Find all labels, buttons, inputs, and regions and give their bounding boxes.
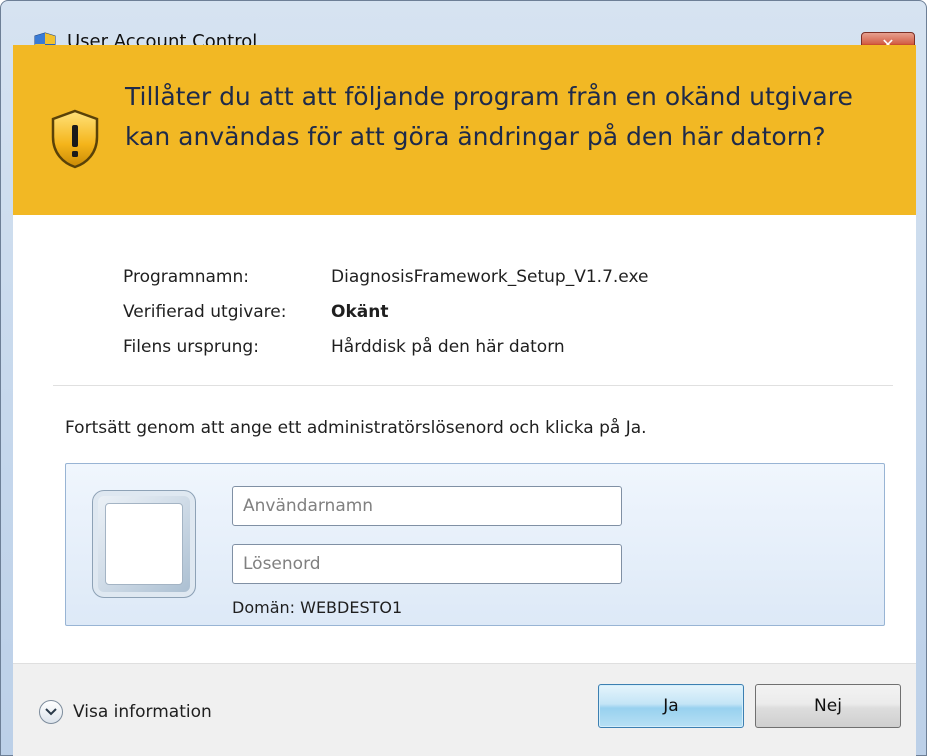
show-details-toggle[interactable]: Visa information bbox=[39, 700, 212, 724]
dialog-content: Tillåter du att att följande program frå… bbox=[13, 45, 916, 756]
banner-question: Tillåter du att att följande program frå… bbox=[125, 82, 853, 151]
program-details: Programnamn: DiagnosisFramework_Setup_V1… bbox=[123, 259, 648, 364]
warning-shield-icon bbox=[49, 109, 101, 169]
warning-banner: Tillåter du att att följande program frå… bbox=[13, 45, 916, 215]
dialog-footer: Visa information Ja Nej bbox=[13, 663, 916, 756]
title-bar: User Account Control ✕ bbox=[1, 1, 926, 57]
credentials-panel: Domän: WEBDESTO1 bbox=[65, 463, 885, 626]
yes-button[interactable]: Ja bbox=[598, 684, 744, 728]
uac-dialog-window: User Account Control ✕ bbox=[0, 0, 927, 756]
user-tile[interactable] bbox=[92, 490, 196, 598]
publisher-label: Verifierad utgivare: bbox=[123, 301, 287, 322]
no-button[interactable]: Nej bbox=[755, 684, 901, 728]
origin-value: Hårddisk på den här datorn bbox=[331, 336, 565, 357]
chevron-down-icon[interactable] bbox=[39, 700, 63, 724]
show-details-label[interactable]: Visa information bbox=[73, 702, 212, 722]
origin-row: Filens ursprung: Hårddisk på den här dat… bbox=[123, 329, 648, 364]
divider bbox=[53, 385, 893, 386]
origin-label: Filens ursprung: bbox=[123, 336, 259, 357]
publisher-value: Okänt bbox=[331, 301, 389, 322]
user-picture bbox=[105, 503, 183, 585]
domain-label: Domän: WEBDESTO1 bbox=[232, 598, 403, 617]
password-input[interactable] bbox=[232, 544, 622, 584]
program-name-row: Programnamn: DiagnosisFramework_Setup_V1… bbox=[123, 259, 648, 294]
instruction-text: Fortsätt genom att ange ett administratö… bbox=[65, 418, 647, 438]
program-name-label: Programnamn: bbox=[123, 266, 249, 287]
publisher-row: Verifierad utgivare: Okänt bbox=[123, 294, 648, 329]
program-name-value: DiagnosisFramework_Setup_V1.7.exe bbox=[331, 266, 649, 287]
username-input[interactable] bbox=[232, 486, 622, 526]
